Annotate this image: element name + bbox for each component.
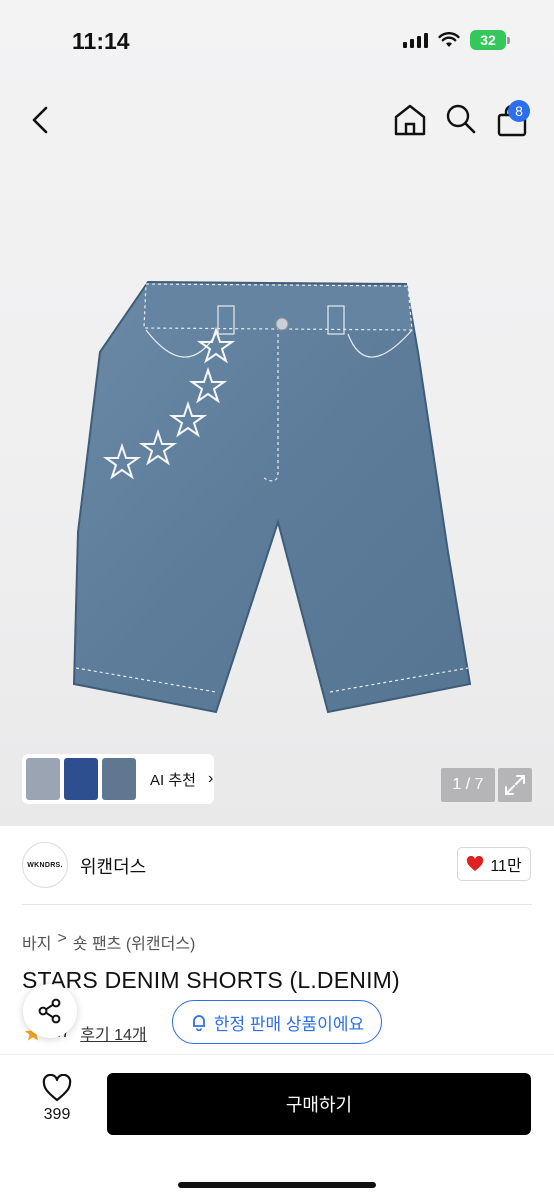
ai-recommend-strip[interactable]: AI 추천 › bbox=[22, 754, 214, 804]
cellular-signal-icon bbox=[403, 32, 428, 48]
cart-count-badge: 8 bbox=[508, 100, 530, 122]
search-icon[interactable] bbox=[444, 102, 478, 136]
image-page-indicator: 1 / 7 bbox=[441, 768, 495, 802]
ai-recommend-label: AI 추천 bbox=[150, 771, 196, 789]
chevron-right-icon: › bbox=[207, 770, 214, 787]
thumbnail-2[interactable] bbox=[64, 758, 98, 800]
limited-sale-notice[interactable]: 한정 판매 상품이에요 bbox=[172, 1000, 382, 1044]
wishlist-button[interactable]: 399 bbox=[30, 1074, 84, 1132]
wifi-icon bbox=[438, 32, 460, 47]
share-icon bbox=[38, 998, 61, 1024]
divider bbox=[22, 904, 532, 905]
breadcrumb: 바지 > 숏 팬츠 (위캔더스) bbox=[22, 930, 195, 954]
expand-icon bbox=[505, 775, 525, 795]
breadcrumb-subcategory[interactable]: 숏 팬츠 (위캔더스) bbox=[73, 930, 196, 954]
share-button[interactable] bbox=[23, 984, 77, 1038]
product-title: STARS DENIM SHORTS (L.DENIM) bbox=[22, 967, 400, 993]
home-icon[interactable] bbox=[392, 102, 428, 138]
home-indicator bbox=[178, 1182, 376, 1188]
thumbnail-1[interactable] bbox=[26, 758, 60, 800]
expand-button[interactable] bbox=[498, 768, 532, 802]
status-time: 11:14 bbox=[72, 28, 130, 54]
heart-filled-icon bbox=[467, 856, 484, 871]
thumbnail-3[interactable] bbox=[102, 758, 136, 800]
battery-level: 32 bbox=[470, 30, 506, 50]
brand-name[interactable]: 위캔더스 bbox=[80, 853, 146, 879]
brand-like-button[interactable]: 11만 bbox=[457, 847, 531, 881]
back-icon[interactable] bbox=[24, 102, 58, 138]
status-indicators: 32 bbox=[403, 30, 510, 50]
breadcrumb-separator: > bbox=[57, 930, 67, 947]
brand-like-count: 11만 bbox=[490, 858, 522, 875]
buy-button[interactable]: 구매하기 bbox=[107, 1073, 531, 1135]
bell-icon bbox=[192, 1015, 205, 1031]
brand-logo[interactable]: WKNDRS. bbox=[22, 842, 68, 888]
limited-sale-label: 한정 판매 상품이에요 bbox=[213, 1014, 365, 1034]
battery-icon: 32 bbox=[470, 30, 510, 50]
breadcrumb-category[interactable]: 바지 bbox=[22, 930, 51, 954]
review-link[interactable]: 후기 14개 bbox=[80, 1021, 146, 1045]
wishlist-count: 399 bbox=[43, 1106, 71, 1123]
heart-outline-icon bbox=[42, 1074, 72, 1102]
product-image bbox=[72, 280, 472, 714]
